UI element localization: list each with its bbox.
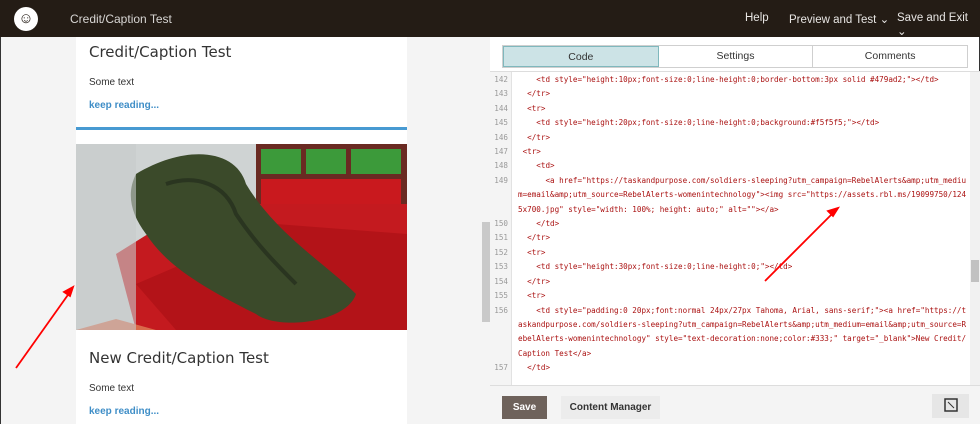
preview-scrollbar[interactable]: [482, 222, 490, 322]
email-image[interactable]: [76, 144, 407, 330]
expand-button[interactable]: [932, 394, 969, 418]
code-line: 153 <td style="height:30px;font-size:0;l…: [490, 260, 970, 274]
keep-reading-link[interactable]: keep reading...: [89, 406, 159, 417]
help-link[interactable]: Help: [745, 12, 769, 24]
tab-settings[interactable]: Settings: [659, 46, 814, 67]
top-bar: ☺ Credit/Caption Test Help Preview and T…: [0, 0, 980, 38]
email-text: Some text: [89, 383, 135, 394]
code-line: 142 <td style="height:10px;font-size:0;l…: [490, 73, 970, 87]
scroll-thumb[interactable]: [971, 260, 979, 282]
tab-comments[interactable]: Comments: [813, 46, 967, 67]
code-line: 149 <a href="https://taskandpurpose.com/…: [490, 174, 970, 217]
save-and-exit-menu[interactable]: Save and Exit ⌄: [897, 12, 980, 38]
preview-label: Preview and Test: [789, 14, 877, 26]
save-exit-label: Save and Exit: [897, 12, 968, 24]
line-number: 149: [494, 175, 508, 185]
line-number: 145: [494, 118, 508, 128]
code-line: 156 <td style="padding:0 20px;font:norma…: [490, 304, 970, 362]
code-text: <a href="https://taskandpurpose.com/sold…: [518, 175, 967, 214]
mailchimp-logo-icon[interactable]: ☺: [14, 7, 38, 31]
email-heading: New Credit/Caption Test: [89, 349, 269, 367]
code-text: <td style="padding:0 20px;font:normal 24…: [518, 305, 967, 358]
code-editor[interactable]: 142 <td style="height:10px;font-size:0;l…: [490, 71, 980, 385]
code-line: 147 <tr>: [490, 145, 970, 159]
code-line: 145 <td style="height:20px;font-size:0;l…: [490, 116, 970, 130]
code-text: <tr>: [518, 291, 546, 301]
line-number: 146: [494, 132, 508, 142]
code-text: <td>: [518, 161, 555, 171]
line-number: 151: [494, 233, 508, 243]
line-number: 150: [494, 219, 508, 229]
code-line: 152 <tr>: [490, 246, 970, 260]
email-text: Some text: [89, 77, 135, 88]
email-body: Credit/Caption Test Some text keep readi…: [76, 37, 407, 424]
code-text: <td style="height:30px;font-size:0;line-…: [518, 262, 793, 272]
code-line: 146 </tr>: [490, 131, 970, 145]
expand-icon: [943, 397, 958, 412]
code-line: 157 </td>: [490, 361, 970, 375]
line-number: 148: [494, 161, 508, 171]
sleeping-bag-photo: [76, 144, 407, 330]
code-text: </td>: [518, 363, 551, 373]
editor-footer: Save Content Manager: [490, 385, 980, 424]
tab-code[interactable]: Code: [503, 46, 659, 67]
code-line: 151 </tr>: [490, 231, 970, 245]
line-number: 153: [494, 262, 508, 272]
code-line: 155 <tr>: [490, 289, 970, 303]
code-line: 144 <tr>: [490, 102, 970, 116]
line-number: 143: [494, 89, 508, 99]
save-button[interactable]: Save: [502, 396, 547, 419]
keep-reading-link[interactable]: keep reading...: [89, 100, 159, 111]
code-scrollbar[interactable]: [970, 72, 980, 385]
code-line: 148 <td>: [490, 159, 970, 173]
code-text: <td style="height:10px;font-size:0;line-…: [518, 75, 939, 84]
code-text: <td style="height:20px;font-size:0;line-…: [518, 118, 880, 128]
line-number: 156: [494, 305, 508, 315]
code-text: </tr>: [518, 233, 551, 243]
code-text: </tr>: [518, 89, 551, 99]
email-preview-pane: Credit/Caption Test Some text keep readi…: [0, 37, 490, 424]
line-number: 142: [494, 75, 508, 84]
chevron-down-icon: ⌄: [879, 14, 890, 26]
code-text: </td>: [518, 219, 560, 229]
line-number: 155: [494, 291, 508, 301]
email-heading: Credit/Caption Test: [89, 43, 232, 61]
line-number: 152: [494, 247, 508, 257]
code-text: </tr>: [518, 276, 551, 286]
line-number: 144: [494, 103, 508, 113]
divider: [76, 127, 407, 130]
code-line: 143 </tr>: [490, 87, 970, 101]
preview-and-test-menu[interactable]: Preview and Test ⌄: [789, 12, 889, 26]
editor-pane: Code Settings Comments 142 <td style="he…: [490, 37, 980, 424]
line-number: 147: [494, 147, 508, 157]
code-text: <tr>: [518, 103, 546, 113]
line-number: 154: [494, 276, 508, 286]
campaign-title: Credit/Caption Test: [70, 12, 172, 26]
code-text: <tr>: [518, 247, 546, 257]
code-line: 154 </tr>: [490, 275, 970, 289]
code-text: <tr>: [518, 147, 541, 157]
line-number: 157: [494, 363, 508, 373]
content-manager-button[interactable]: Content Manager: [561, 396, 660, 419]
code-line: 150 </td>: [490, 217, 970, 231]
editor-tabs: Code Settings Comments: [502, 45, 968, 68]
code-text: </tr>: [518, 132, 551, 142]
